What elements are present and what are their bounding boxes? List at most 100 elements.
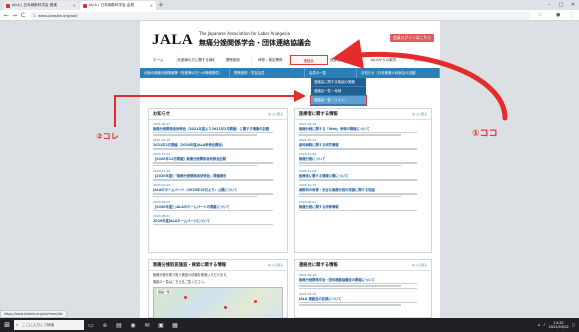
text-line — [153, 134, 257, 136]
site-container: JALA The Japanese Association for Labor … — [140, 21, 440, 318]
maximize-icon[interactable]: □ — [555, 0, 567, 10]
medical-item[interactable]: 2020.11.05 医療者に関する情報公開について — [295, 167, 431, 181]
clock-date: 2021/03/02 — [548, 325, 569, 329]
dropdown-item[interactable]: 連絡会に関する取組の実績 — [311, 78, 366, 87]
profile-icon[interactable]: ● — [556, 11, 560, 20]
task-view-icon[interactable]: ▭ — [84, 318, 98, 332]
council-title[interactable]: JALA 連絡会の記録について — [299, 296, 427, 301]
network-icon[interactable]: ⌂ — [538, 323, 540, 327]
text-line — [299, 131, 417, 134]
submenu-item[interactable]: お知らせ（日本産婦人科医会の活動） — [357, 68, 440, 78]
taskbar-search-placeholder: ここに入力して検索 — [22, 323, 55, 327]
news-title[interactable]: 無痛分娩関係者研修会（2021年度より2021年2月開催）に関する情報の記載 — [153, 126, 283, 131]
council-item[interactable]: 2021.02.15 無痛分娩関係学会・団体連絡協議会の開催について — [295, 271, 431, 290]
clock[interactable]: 14:32 2021/03/02 — [549, 321, 569, 330]
medical-title[interactable]: 麻酔科の研修・安全な無痛分娩の実施に関する取組 — [299, 187, 427, 192]
submenu-item[interactable]: 分娩の無痛分娩情報等（妊産婦の方への情報提供） — [140, 68, 230, 78]
reload-icon[interactable]: C — [21, 11, 25, 20]
folder-icon[interactable]: ▤ — [112, 318, 126, 332]
news-item[interactable]: 2021.01.18 2021年2月開催（2020年度JALA研修会開始） — [149, 137, 287, 151]
back-icon[interactable]: ← — [4, 11, 9, 20]
chrome-icon[interactable]: ◉ — [126, 318, 140, 332]
medical-title[interactable]: 産科麻酔に関する研究情報 — [299, 142, 427, 147]
bookmark-star-icon[interactable]: ☆ — [538, 11, 542, 20]
map-pin-icon — [254, 300, 257, 303]
medical-item[interactable]: 2020.09.01 無痛分娩に関する研修情報 — [295, 198, 431, 212]
url-input[interactable]: ⚿ www.jalasite.org/oal/ — [30, 11, 530, 20]
app-icon[interactable]: ▦ — [168, 318, 182, 332]
news-item[interactable]: 2020.11.30 【2020年度】「無痛分娩関係者研修会」開催報告 — [149, 167, 287, 181]
news-item[interactable]: 2020.08.01 2020年度JALAホームページについて — [149, 212, 287, 226]
news-title[interactable]: 2020年度JALAホームページについて — [153, 218, 283, 223]
windows-start-icon[interactable]: ⊞ — [0, 318, 14, 332]
news-panel: お知らせ もっと見る 2021.02.23 無痛分娩関係者研修会（2021年度より… — [148, 108, 288, 253]
facilities-panel-header: 無痛分娩取扱施設・検索に関する情報 もっと見る — [149, 260, 287, 271]
menu-item-council[interactable]: 連絡会 — [289, 55, 328, 65]
browser-tab-active[interactable]: JALA | 日本麻酔科学会 会員 × — [80, 1, 156, 10]
facilities-map-image[interactable]: 施設一覧 — [153, 287, 283, 318]
search-icon: ⌕ — [16, 322, 19, 327]
news-item[interactable]: 2021.02.23 無痛分娩関係者研修会（2021年度より2021年2月開催）に… — [149, 120, 287, 137]
menu-item-patients[interactable]: 妊産婦の方に関する情報 — [177, 55, 215, 65]
council-item[interactable]: 2021.01.10 JALA 連絡会の記録について — [295, 290, 431, 307]
news-title[interactable]: 【2020年度】「無痛分娩関係者研修会」開催報告 — [153, 173, 283, 178]
text-line — [299, 164, 402, 167]
map-label: 施設一覧 — [157, 290, 172, 294]
minimize-icon[interactable]: – — [543, 0, 555, 10]
taskbar: ⊞ ⌕ ここに入力して検索 ▭ e ▤ ◉ ✉ ▣ ▦ ⌂ ♪ 14:32 20… — [0, 318, 579, 332]
menu-item-medical[interactable]: 医療者に関する情報 — [328, 55, 366, 65]
menu-item-contact[interactable]: お問合せ — [403, 55, 440, 65]
medical-title[interactable]: 無痛分娩について — [299, 156, 427, 161]
news-title[interactable]: 2021年2月開催（2020年度JALA研修会開始） — [153, 142, 283, 147]
medical-item[interactable]: 2020.10.15 麻酔科の研修・安全な無痛分娩の実施に関する取組 — [295, 182, 431, 199]
tab-title: JALA | 日本麻酔科学会 会員 — [89, 3, 134, 7]
news-more-link[interactable]: もっと見る — [268, 112, 283, 116]
address-bar-row: ← → C ⚿ www.jalasite.org/oal/ ☆ ● ⋮ — [0, 10, 579, 21]
medical-item[interactable]: 2020.12.24 無痛分娩について — [295, 151, 431, 168]
dropdown-item[interactable]: 連絡会一覧・地域 — [311, 87, 366, 96]
menu-item-home[interactable]: ホーム — [140, 55, 178, 65]
medical-title[interactable]: 無痛分娩に関する「Web」研修の開催について — [299, 126, 427, 131]
member-login-button[interactable]: 会員ログインはこちら — [390, 34, 434, 42]
menu-item-facilities[interactable]: 関係施設 — [215, 55, 253, 65]
forward-icon[interactable]: → — [12, 11, 17, 20]
medical-title[interactable]: 医療者に関する情報公開について — [299, 173, 427, 178]
menu-item-jala-info[interactable]: JALAからの案内 — [365, 55, 403, 65]
news-title[interactable]: JALAのホームページ（2020年10月より）公開について — [153, 187, 283, 192]
edge-icon[interactable]: e — [98, 318, 112, 332]
news-item[interactable]: 2020.09.15 【2020年度】JALAのホームページの掲載について — [149, 198, 287, 212]
app-icon[interactable]: ▣ — [154, 318, 168, 332]
main-menu: ホーム 妊産婦の方に関する情報 関係施設 研修・検定関係 連絡会 医療者に関する… — [140, 55, 440, 65]
council-more-link[interactable]: もっと見る — [412, 263, 427, 267]
close-tab-icon[interactable]: × — [150, 3, 153, 8]
council-title[interactable]: 無痛分娩関係学会・団体連絡協議会の開催について — [299, 277, 427, 282]
dropdown-item-council-list[interactable]: 連絡会一覧（リスト） — [310, 95, 367, 106]
menu-item-training[interactable]: 研修・検定関係 — [252, 55, 290, 65]
site-logo[interactable]: JALA — [152, 32, 193, 49]
new-tab-button[interactable]: + — [158, 1, 164, 9]
news-item[interactable]: 2020.10.02 JALAのホームページ（2020年10月より）公開について — [149, 182, 287, 199]
news-item[interactable]: 2020.12.15 【2020年12月開催】無痛分娩関係者研修会記録 — [149, 151, 287, 168]
medical-panel-title: 医療者に関する情報 — [299, 112, 338, 117]
menu-icon[interactable]: ⋮ — [569, 11, 574, 20]
facilities-more-link[interactable]: もっと見る — [268, 263, 283, 267]
medical-item[interactable]: 2021.02.10 無痛分娩に関する「Web」研修の開催について — [295, 120, 431, 137]
site-title-jp: 無痛分娩関係学会・団体連絡協議会 — [199, 39, 311, 47]
news-title[interactable]: 【2020年度】JALAのホームページの掲載について — [153, 204, 283, 209]
close-window-icon[interactable]: ✕ — [567, 0, 579, 10]
text-line — [153, 162, 273, 164]
taskbar-search-input[interactable]: ⌕ ここに入力して検索 — [14, 320, 84, 330]
favicon-icon — [83, 3, 87, 8]
close-tab-icon[interactable]: × — [73, 3, 76, 8]
browser-tab[interactable]: JALA | 日本麻酔科学会 看護 × — [3, 1, 79, 10]
medical-title[interactable]: 無痛分娩に関する研修情報 — [299, 204, 427, 209]
notification-icon[interactable]: ▢ — [572, 323, 575, 327]
volume-icon[interactable]: ♪ — [543, 323, 545, 327]
mail-icon[interactable]: ✉ — [140, 318, 154, 332]
medical-more-link[interactable]: もっと見る — [412, 112, 427, 116]
medical-item[interactable]: 2021.01.22 産科麻酔に関する研究情報 — [295, 137, 431, 151]
submenu-item[interactable]: 会員の一覧 — [305, 68, 357, 78]
text-line — [153, 164, 257, 167]
submenu-item[interactable]: 関係団体・学会会員 — [230, 68, 305, 78]
news-title[interactable]: 【2020年12月開催】無痛分娩関係者研修会記録 — [153, 156, 283, 161]
